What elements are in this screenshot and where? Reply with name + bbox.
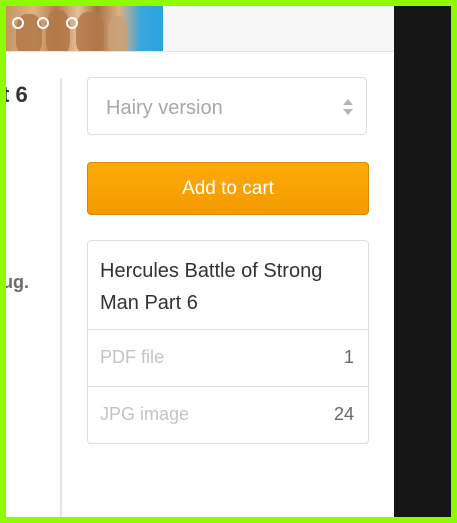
file-row-label: JPG image: [100, 404, 190, 424]
page-frame: t 6 ug. Hairy version Add to cart Hercul…: [6, 6, 451, 517]
file-row-count: 24: [333, 404, 354, 424]
file-row-jpg: JPG image 24: [88, 386, 368, 443]
select-arrows-icon: [343, 99, 353, 115]
carousel-thumbnail[interactable]: [6, 6, 163, 51]
image-carousel-bar: [6, 6, 394, 52]
add-to-cart-button[interactable]: Add to cart: [87, 162, 369, 215]
file-row-label: PDF file: [100, 347, 165, 367]
column-divider: [60, 78, 62, 517]
product-title: t 6: [6, 82, 28, 107]
carousel-dot-1[interactable]: [12, 17, 24, 29]
file-info-box: Hercules Battle of Strong Man Part 6 PDF…: [87, 240, 369, 444]
carousel-dot-3[interactable]: [66, 17, 78, 29]
file-row-pdf: PDF file 1: [88, 329, 368, 386]
variant-select-value: Hairy version: [106, 97, 223, 119]
carousel-dot-2[interactable]: [37, 17, 49, 29]
file-row-count: 1: [343, 347, 354, 367]
product-meta-text: ug.: [6, 272, 29, 292]
file-product-name: Hercules Battle of Strong Man Part 6: [100, 260, 323, 314]
variant-select[interactable]: Hairy version: [87, 77, 367, 135]
dark-side-panel: [394, 6, 451, 517]
